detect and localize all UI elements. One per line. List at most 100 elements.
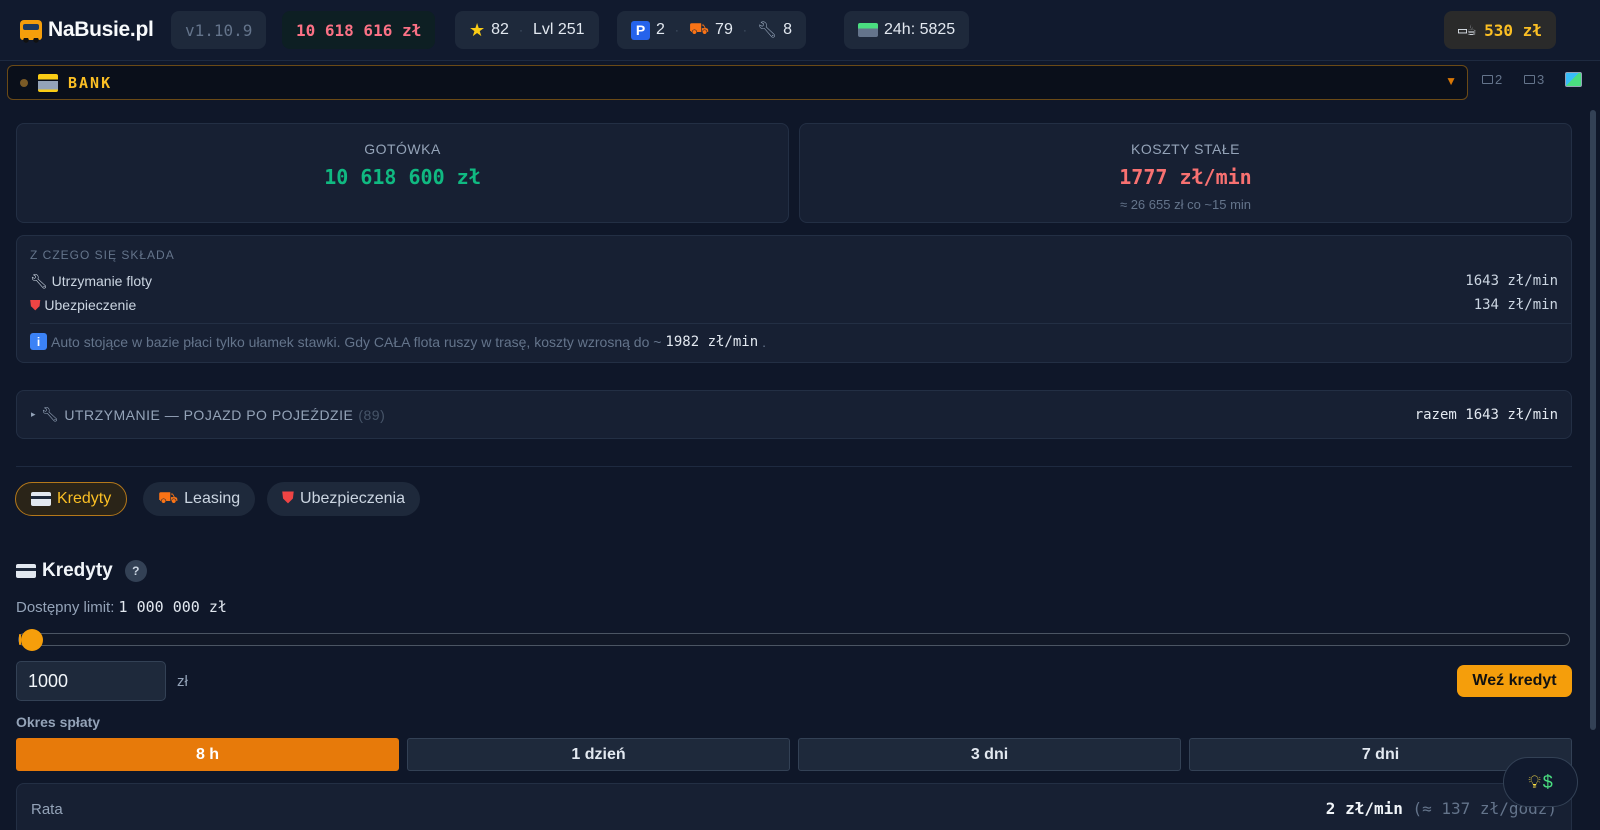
breakdown-value: 1643 zł/min [1465,273,1558,289]
window-icon [1482,75,1493,84]
truck-icon: ⛟ [688,21,710,38]
truck-icon: ⛟ [158,490,179,507]
cash-display: 10 618 616 zł [282,11,436,49]
take-loan-button[interactable]: Weź kredyt [1457,665,1572,697]
rate-label: Rata [31,801,63,818]
cash-card-title: GOTÓWKA [364,141,441,157]
bank-title: BANK [68,73,113,92]
breakdown-heading: Z CZEGO SIĘ SKŁADA [30,248,175,262]
section-divider [16,466,1572,467]
lightbulb-icon: 💡︎ [1528,771,1541,792]
road-icon [858,23,878,37]
bus-icon [20,20,42,43]
separator-dot: · [518,23,523,37]
divider [30,323,1571,324]
tab-label: Ubezpieczenia [300,490,405,507]
maintenance-header: ▸ 🔧︎ UTRZYMANIE — POJAZD PO POJEŹDZIE (8… [31,406,385,423]
brand-name: NaBusie.pl [48,18,154,41]
breakdown-label: ⛊ Ubezpieczenie [30,297,137,313]
top-bar: NaBusie.pl v1.10.9 10 618 616 zł ★ 82 · … [0,0,1600,61]
window-2-button[interactable]: 2 [1482,72,1502,87]
version-badge: v1.10.9 [171,11,267,49]
credit-limit: Dostępny limit: 1 000 000 zł [16,598,227,616]
wrench-icon: 🔧︎ [30,273,48,289]
help-button[interactable]: ? [124,560,147,582]
rate-card: Rata 2 zł/min (≈ 137 zł/godz) [16,783,1572,830]
maintenance-expander[interactable]: ▸ 🔧︎ UTRZYMANIE — POJAZD PO POJEŹDZIE (8… [16,390,1572,439]
tab-ubezpieczenia[interactable]: ⛊ Ubezpieczenia [267,482,420,516]
day-counter[interactable]: 24h: 5825 [844,11,970,49]
window-icon [1524,75,1535,84]
bank-selector[interactable]: BANK ▼ [7,65,1468,100]
tab-leasing[interactable]: ⛟ Leasing [143,482,256,516]
breakdown-note: i Auto stojące w bazie płaci tylko ułame… [30,333,766,350]
stats-pill[interactable]: ★ 82 · Lvl 251 [455,11,599,49]
computer-coffee-icon: ▭☕︎ [1458,21,1477,39]
period-option-3-days[interactable]: 3 dni [798,738,1181,771]
cost-breakdown: Z CZEGO SIĘ SKŁADA 🔧︎ Utrzymanie floty 1… [16,235,1572,363]
breakdown-value: 134 zł/min [1473,297,1558,313]
parking-icon: P [631,20,650,40]
wrench-icon: 🔧︎ [41,406,60,422]
star-icon: ★ [469,19,486,40]
period-option-1-day[interactable]: 1 dzień [407,738,790,771]
fixed-costs-title: KOSZTY STAŁE [1131,141,1240,157]
parking-count: 2 [656,21,665,38]
tab-label: Leasing [184,490,241,507]
maintenance-label: UTRZYMANIE — POJAZD PO POJEŹDZIE [64,406,354,423]
breakdown-row: 🔧︎ Utrzymanie floty 1643 zł/min [30,273,1558,290]
bank-icon [38,73,58,92]
note-end: . [762,333,767,350]
money-icon: $ [1542,771,1553,792]
note-text: Auto stojące w bazie płaci tylko ułamek … [51,333,662,350]
map-button[interactable] [1565,72,1582,87]
limit-value: 1 000 000 zł [118,598,227,616]
wrench-icon: 🔧︎ [756,22,778,39]
amount-slider[interactable] [18,629,1570,651]
period-option-8h[interactable]: 8 h [16,738,399,771]
note-value: 1982 zł/min [665,333,759,350]
window-2-label: 2 [1495,72,1503,87]
vehicles-count: 79 [715,21,733,38]
maintenance-total: razem 1643 zł/min [1414,406,1558,423]
credit-card-icon [31,492,51,506]
window-3-label: 3 [1537,72,1545,87]
window-3-button[interactable]: 3 [1524,72,1544,87]
day-count-label: 24h: 5825 [884,21,956,38]
fixed-costs-note: ≈ 26 655 zł co ~15 min [1119,197,1252,212]
coffee-shop-button[interactable]: ▭☕︎ 530 zł [1444,11,1556,49]
repairs-count: 8 [783,21,793,38]
coffee-amount: 530 zł [1484,20,1542,40]
chevron-down-icon[interactable]: ▼ [1445,74,1457,88]
slider-thumb[interactable] [20,629,43,651]
cash-card: GOTÓWKA 10 618 600 zł [16,123,789,223]
tab-kredyty[interactable]: Kredyty [15,482,128,516]
amount-unit: zł [177,673,188,690]
fixed-costs-value: 1777 zł/min [1119,165,1252,189]
rate-per-min: 2 zł/min [1325,799,1403,818]
separator-dot: · [742,23,747,37]
tips-button[interactable]: 💡︎ $ [1503,757,1578,807]
amount-input[interactable] [16,661,166,701]
map-icon [1565,72,1582,87]
shield-icon: ⛊ [282,490,295,507]
shield-icon: ⛊ [30,297,41,313]
fixed-costs-card: KOSZTY STAŁE 1777 zł/min ≈ 26 655 zł co … [799,123,1572,223]
status-dot [20,78,28,87]
section-title: Kredyty ? [16,560,147,582]
scrollbar-thumb[interactable] [1590,110,1596,730]
info-icon: i [30,333,47,350]
period-label: Okres spłaty [16,714,101,730]
fleet-pill[interactable]: P 2 · ⛟ 79 · 🔧︎ 8 [617,11,807,49]
limit-label: Dostępny limit: [16,599,115,616]
brand-logo[interactable]: NaBusie.pl [20,14,154,46]
maintenance-count: (89) [358,406,386,423]
cash-card-value: 10 618 600 zł [324,165,481,189]
tab-label: Kredyty [57,490,112,507]
breakdown-label: 🔧︎ Utrzymanie floty [30,273,153,289]
stars-count: 82 [491,21,509,38]
credit-card-icon [16,564,36,578]
separator-dot: · [674,23,679,37]
section-title-text: Kredyty [42,560,113,581]
chevron-right-icon: ▸ [31,409,37,419]
